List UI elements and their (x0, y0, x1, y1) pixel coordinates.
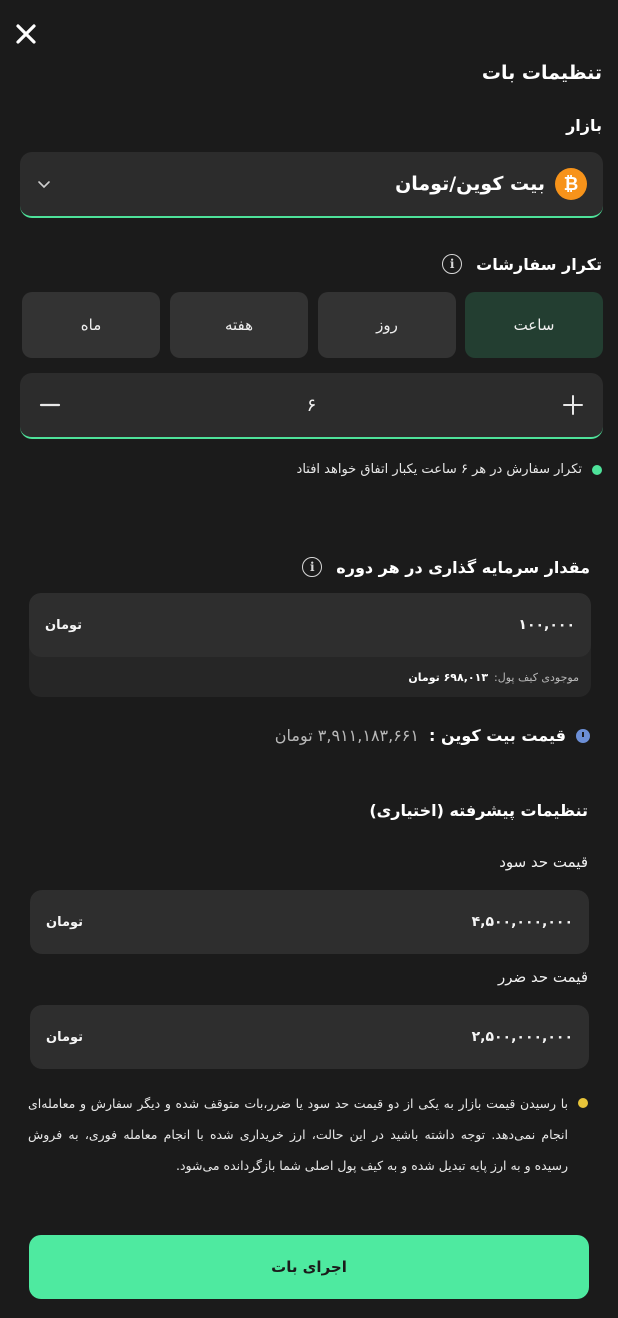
tab-day-label: روز (376, 316, 398, 334)
tab-hour-label: ساعت (513, 316, 555, 334)
investment-amount-field[interactable]: ۱۰۰,۰۰۰ تومان (29, 593, 591, 657)
info-icon[interactable]: i (442, 254, 463, 274)
wallet-value: ۶۹۸,۰۱۳ تومان (408, 670, 489, 684)
take-profit-field[interactable]: ۴,۵۰۰,۰۰۰,۰۰۰ تومان (30, 890, 589, 954)
frequency-stepper: ۶ (20, 373, 603, 439)
tab-month[interactable]: ماه (22, 292, 160, 358)
take-profit-value[interactable]: ۴,۵۰۰,۰۰۰,۰۰۰ (472, 914, 573, 930)
market-selected: ₿ بیت کوین/تومان (395, 168, 587, 200)
clock-icon (576, 728, 590, 743)
market-select[interactable]: ₿ بیت کوین/تومان (20, 152, 603, 218)
market-label: بازار (566, 116, 602, 135)
bitcoin-icon: ₿ (555, 168, 587, 200)
plus-icon (562, 395, 583, 415)
investment-amount[interactable]: ۱۰۰,۰۰۰ (518, 617, 575, 633)
frequency-note-text: تکرار سفارش در هر ۶ ساعت یکبار اتفاق خوا… (296, 462, 582, 477)
bitcoin-price: قیمت بیت کوین : ۳,۹۱۱,۱۸۳,۶۶۱ تومان (275, 726, 590, 745)
frequency-label: تکرار سفارشات (476, 254, 602, 274)
decrement-button[interactable] (36, 391, 64, 419)
warning-note: با رسیدن قیمت بازار به یکی از دو قیمت حد… (28, 1088, 588, 1181)
minus-icon (39, 403, 61, 407)
market-selected-label: بیت کوین/تومان (395, 173, 545, 195)
chevron-down-icon (38, 181, 50, 189)
tab-hour[interactable]: ساعت (465, 292, 603, 358)
run-bot-label: اجرای بات (271, 1258, 347, 1276)
tab-month-label: ماه (80, 316, 102, 334)
warning-text: با رسیدن قیمت بازار به یکی از دو قیمت حد… (28, 1096, 568, 1173)
tab-week-label: هفته (224, 316, 254, 334)
wallet-balance: موجودی کیف پول: ۶۹۸,۰۱۳ تومان (29, 657, 591, 697)
investment-heading: مقدار سرمایه گذاری در هر دوره i (302, 557, 590, 577)
wallet-label: موجودی کیف پول: (494, 670, 579, 684)
investment-box: ۱۰۰,۰۰۰ تومان موجودی کیف پول: ۶۹۸,۰۱۳ تو… (29, 593, 591, 697)
investment-unit: تومان (45, 617, 83, 633)
frequency-heading: تکرار سفارشات i (442, 254, 602, 274)
stop-loss-field[interactable]: ۲,۵۰۰,۰۰۰,۰۰۰ تومان (30, 1005, 589, 1069)
stop-loss-value[interactable]: ۲,۵۰۰,۰۰۰,۰۰۰ (472, 1029, 573, 1045)
advanced-title: تنظیمات پیشرفته (اختیاری) (369, 801, 588, 820)
increment-button[interactable] (559, 391, 587, 419)
take-profit-unit: تومان (46, 914, 84, 930)
frequency-note: تکرار سفارش در هر ۶ ساعت یکبار اتفاق خوا… (297, 462, 602, 477)
warning-dot (578, 1098, 588, 1108)
page-title: تنظیمات بات (481, 62, 602, 84)
tab-day[interactable]: روز (318, 292, 456, 358)
close-button[interactable] (12, 20, 40, 48)
stop-loss-label: قیمت حد ضرر (497, 968, 588, 986)
status-dot (592, 464, 602, 475)
tab-week[interactable]: هفته (170, 292, 308, 358)
run-bot-button[interactable]: اجرای بات (29, 1235, 589, 1299)
frequency-value[interactable]: ۶ (307, 395, 317, 416)
investment-label: مقدار سرمایه گذاری در هر دوره (336, 557, 590, 577)
close-icon (16, 24, 36, 44)
price-label: قیمت بیت کوین : (429, 726, 566, 745)
stop-loss-unit: تومان (46, 1029, 84, 1045)
take-profit-label: قیمت حد سود (499, 853, 588, 871)
price-value: ۳,۹۱۱,۱۸۳,۶۶۱ تومان (274, 726, 419, 745)
info-icon[interactable]: i (302, 557, 323, 577)
